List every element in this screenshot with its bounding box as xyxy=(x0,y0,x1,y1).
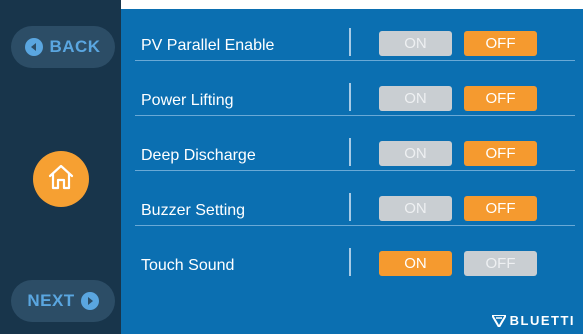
row-underline xyxy=(135,115,575,116)
setting-label: Touch Sound xyxy=(141,257,235,274)
row-underline xyxy=(135,225,575,226)
setting-row-pv-parallel-enable: PV Parallel Enable ON OFF xyxy=(121,9,583,64)
setting-row-touch-sound: Touch Sound ON OFF xyxy=(121,229,583,284)
on-button[interactable]: ON xyxy=(379,141,452,166)
off-button[interactable]: OFF xyxy=(464,196,537,221)
setting-label: Power Lifting xyxy=(141,92,234,109)
back-arrow-icon xyxy=(25,38,44,56)
sidebar: BACK NEXT xyxy=(0,0,121,334)
brand-logo: BLUETTI xyxy=(491,313,575,328)
next-button-label: NEXT xyxy=(27,291,75,310)
on-button[interactable]: ON xyxy=(379,86,452,111)
off-button[interactable]: OFF xyxy=(464,86,537,111)
setting-label: Deep Discharge xyxy=(141,147,256,164)
settings-screen: BACK NEXT PV Parallel Enable ON OFF Powe… xyxy=(0,0,583,334)
off-button[interactable]: OFF xyxy=(464,141,537,166)
setting-row-deep-discharge: Deep Discharge ON OFF xyxy=(121,119,583,174)
divider xyxy=(349,28,351,56)
setting-row-power-lifting: Power Lifting ON OFF xyxy=(121,64,583,119)
row-underline xyxy=(135,60,575,61)
setting-row-buzzer-setting: Buzzer Setting ON OFF xyxy=(121,174,583,229)
home-icon xyxy=(46,162,76,197)
on-button[interactable]: ON xyxy=(379,251,452,276)
off-button[interactable]: OFF xyxy=(464,251,537,276)
on-button[interactable]: ON xyxy=(379,196,452,221)
next-arrow-icon xyxy=(80,292,99,310)
off-button[interactable]: OFF xyxy=(464,31,537,56)
setting-label: Buzzer Setting xyxy=(141,202,246,219)
bluetti-logo-icon xyxy=(491,314,506,327)
divider xyxy=(349,193,351,221)
divider xyxy=(349,138,351,166)
home-button[interactable] xyxy=(33,151,89,207)
setting-label: PV Parallel Enable xyxy=(141,37,275,54)
on-button[interactable]: ON xyxy=(379,31,452,56)
divider xyxy=(349,83,351,111)
settings-panel: PV Parallel Enable ON OFF Power Lifting … xyxy=(121,9,583,334)
back-button-label: BACK xyxy=(49,37,101,56)
divider xyxy=(349,248,351,276)
row-underline xyxy=(135,170,575,171)
next-button[interactable]: NEXT xyxy=(11,280,115,322)
brand-name: BLUETTI xyxy=(509,313,575,328)
back-button[interactable]: BACK xyxy=(11,26,115,68)
